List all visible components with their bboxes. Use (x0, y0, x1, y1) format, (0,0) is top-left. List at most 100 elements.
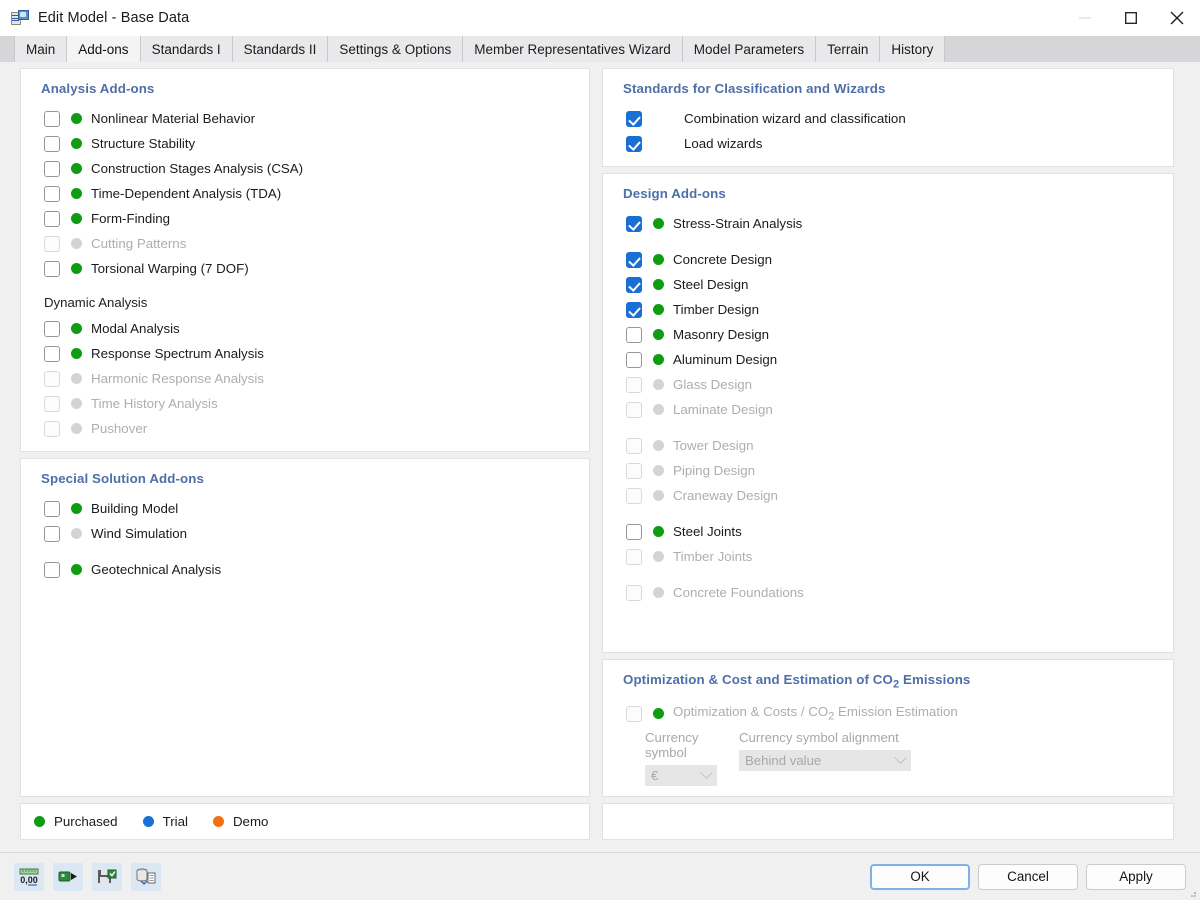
checkbox-aluminum-design[interactable] (626, 352, 642, 368)
maximize-icon[interactable] (1108, 0, 1154, 36)
status-dot-construction-stages-analysis-csa (71, 163, 82, 174)
row-building-model[interactable]: Building Model (35, 496, 575, 521)
label-piping-design: Piping Design (673, 463, 755, 478)
status-dot-form-finding (71, 213, 82, 224)
currency-alignment-value: Behind value (745, 753, 888, 768)
row-form-finding[interactable]: Form-Finding (35, 206, 575, 231)
status-dot-masonry-design (653, 329, 664, 340)
row-harmonic-response-analysis: Harmonic Response Analysis (35, 366, 575, 391)
chevron-down-icon (894, 751, 907, 764)
optimization-checkbox[interactable] (626, 706, 642, 722)
currency-alignment-select[interactable]: Behind value (739, 750, 911, 771)
checkbox-structure-stability[interactable] (44, 136, 60, 152)
checkbox-geotechnical-analysis[interactable] (44, 562, 60, 578)
tab-history[interactable]: History (880, 36, 945, 62)
save-as-default-icon[interactable] (92, 863, 122, 891)
row-combination-wizard-and-classification[interactable]: Combination wizard and classification (617, 106, 1159, 131)
checkbox-stress-strain-analysis[interactable] (626, 216, 642, 232)
optimization-row[interactable]: Optimization & Costs / CO2 Emission Esti… (617, 701, 1159, 726)
row-nonlinear-material-behavior[interactable]: Nonlinear Material Behavior (35, 106, 575, 131)
status-dot-stress-strain-analysis (653, 218, 664, 229)
status-dot-time-history-analysis (71, 398, 82, 409)
row-geotechnical-analysis[interactable]: Geotechnical Analysis (35, 557, 575, 582)
row-stress-strain-analysis[interactable]: Stress-Strain Analysis (617, 211, 1159, 236)
checkbox-cutting-patterns (44, 236, 60, 252)
copy-from-model-icon[interactable] (131, 863, 161, 891)
analysis-addons-title: Analysis Add-ons (41, 81, 575, 96)
tab-main[interactable]: Main (14, 36, 67, 62)
row-timber-design[interactable]: Timber Design (617, 297, 1159, 322)
checkbox-time-dependent-analysis-tda[interactable] (44, 186, 60, 202)
checkbox-wind-simulation[interactable] (44, 526, 60, 542)
row-construction-stages-analysis-csa[interactable]: Construction Stages Analysis (CSA) (35, 156, 575, 181)
label-tower-design: Tower Design (673, 438, 754, 453)
checkbox-response-spectrum-analysis[interactable] (44, 346, 60, 362)
row-torsional-warping-7-dof[interactable]: Torsional Warping (7 DOF) (35, 256, 575, 281)
svg-text:0,00: 0,00 (20, 875, 38, 885)
row-aluminum-design[interactable]: Aluminum Design (617, 347, 1159, 372)
tab-standards-ii[interactable]: Standards II (233, 36, 329, 62)
tab-standards-i[interactable]: Standards I (141, 36, 233, 62)
row-masonry-design[interactable]: Masonry Design (617, 322, 1159, 347)
ok-button[interactable]: OK (870, 864, 970, 890)
row-wind-simulation[interactable]: Wind Simulation (35, 521, 575, 546)
status-dot-timber-design (653, 304, 664, 315)
resize-grip[interactable] (1187, 888, 1197, 898)
tab-member-representatives-wizard[interactable]: Member Representatives Wizard (463, 36, 683, 62)
checkbox-building-model[interactable] (44, 501, 60, 517)
checkbox-concrete-design[interactable] (626, 252, 642, 268)
label-concrete-design: Concrete Design (673, 252, 772, 267)
window-title: Edit Model - Base Data (38, 10, 189, 26)
label-wind-simulation: Wind Simulation (91, 526, 187, 541)
tab-add-ons[interactable]: Add-ons (67, 36, 140, 62)
close-icon[interactable] (1154, 0, 1200, 36)
tab-bar: MainAdd-onsStandards IStandards IISettin… (0, 36, 1200, 62)
optimization-title-post: Emissions (899, 672, 970, 687)
checkbox-combination-wizard-and-classification[interactable] (626, 111, 642, 127)
tab-terrain[interactable]: Terrain (816, 36, 880, 62)
status-dot-craneway-design (653, 490, 664, 501)
analysis-addons-list: Nonlinear Material Behavior Structure Sta… (35, 106, 575, 281)
checkbox-construction-stages-analysis-csa[interactable] (44, 161, 60, 177)
minimize-icon[interactable] (1062, 0, 1108, 36)
legend-dot-purchased (34, 816, 45, 827)
checkbox-nonlinear-material-behavior[interactable] (44, 111, 60, 127)
row-load-wizards[interactable]: Load wizards (617, 131, 1159, 156)
currency-symbol-select[interactable]: € (645, 765, 717, 786)
checkbox-form-finding[interactable] (44, 211, 60, 227)
tab-settings-options[interactable]: Settings & Options (328, 36, 463, 62)
standards-wizards-title: Standards for Classification and Wizards (623, 81, 1159, 96)
checkbox-tower-design (626, 438, 642, 454)
standards-wizards-card: Standards for Classification and Wizards… (602, 68, 1174, 167)
checkbox-torsional-warping-7-dof[interactable] (44, 261, 60, 277)
apply-button[interactable]: Apply (1086, 864, 1186, 890)
legend-label-demo: Demo (233, 814, 268, 829)
standards-wizards-list: Combination wizard and classification Loa… (617, 106, 1159, 156)
units-decimal-places-icon[interactable]: 0,00 (14, 863, 44, 891)
checkbox-steel-joints[interactable] (626, 524, 642, 540)
optimization-fields: Currency symbol € Currency symbol alignm… (617, 730, 1159, 786)
checkbox-load-wizards[interactable] (626, 136, 642, 152)
checkbox-timber-design[interactable] (626, 302, 642, 318)
checkbox-masonry-design[interactable] (626, 327, 642, 343)
row-response-spectrum-analysis[interactable]: Response Spectrum Analysis (35, 341, 575, 366)
status-dot-time-dependent-analysis-tda (71, 188, 82, 199)
label-load-wizards: Load wizards (684, 136, 762, 151)
row-steel-design[interactable]: Steel Design (617, 272, 1159, 297)
checkbox-steel-design[interactable] (626, 277, 642, 293)
row-steel-joints[interactable]: Steel Joints (617, 519, 1159, 544)
status-dot-concrete-foundations (653, 587, 664, 598)
row-concrete-foundations: Concrete Foundations (617, 580, 1159, 605)
row-structure-stability[interactable]: Structure Stability (35, 131, 575, 156)
row-timber-joints: Timber Joints (617, 544, 1159, 569)
import-model-icon[interactable] (53, 863, 83, 891)
right-footer-card (602, 803, 1174, 840)
checkbox-modal-analysis[interactable] (44, 321, 60, 337)
optimization-label-post: Emission Estimation (834, 704, 957, 719)
row-modal-analysis[interactable]: Modal Analysis (35, 316, 575, 341)
cancel-button[interactable]: Cancel (978, 864, 1078, 890)
row-time-dependent-analysis-tda[interactable]: Time-Dependent Analysis (TDA) (35, 181, 575, 206)
tab-model-parameters[interactable]: Model Parameters (683, 36, 816, 62)
label-structure-stability: Structure Stability (91, 136, 195, 151)
row-concrete-design[interactable]: Concrete Design (617, 247, 1159, 272)
